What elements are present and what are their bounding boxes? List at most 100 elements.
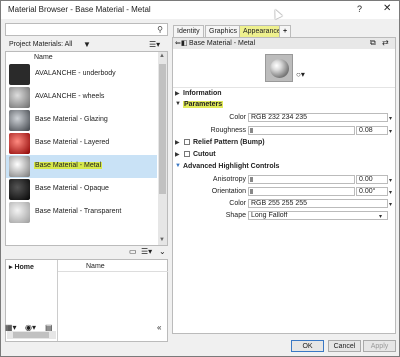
chevron-down-icon[interactable]: ▾ (379, 213, 382, 220)
replace-asset-icon[interactable]: ⇄ (382, 38, 389, 47)
project-materials-label[interactable]: Project Materials: All (9, 41, 72, 48)
asset-swap-icon[interactable]: ⇐◧ (175, 39, 187, 47)
anisotropy-field[interactable]: 0.00 (356, 175, 388, 184)
ok-button[interactable]: OK (291, 340, 324, 352)
collapse-down-icon: ▼ (175, 163, 181, 169)
relief-checkbox[interactable] (184, 139, 190, 145)
dropdown-icon[interactable]: ▾ (389, 201, 392, 208)
search-input[interactable]: ⚲ (5, 23, 168, 36)
dropdown-icon[interactable]: ▾ (389, 177, 392, 184)
create-material-icon[interactable]: ◉▾ (25, 323, 36, 332)
slider-thumb[interactable] (250, 189, 253, 194)
anisotropy-slider[interactable] (248, 175, 355, 184)
section-label: Parameters (183, 101, 224, 108)
list-item-selected[interactable]: Base Material - Metal (6, 155, 157, 178)
left-bottom-toolbar: ▦▾ ◉▾ ▤ « (3, 323, 166, 335)
list-item[interactable]: AVALANCHE - wheels (6, 86, 157, 109)
parameters-section[interactable]: ▼ Parameters (173, 100, 395, 111)
orientation-slider[interactable] (248, 187, 355, 196)
scroll-up-icon[interactable]: ▲ (159, 53, 165, 59)
slider-thumb[interactable] (250, 128, 253, 133)
shape-select[interactable]: Long Falloff (248, 211, 388, 220)
divider (173, 87, 395, 88)
material-name: Base Material - Transparent (35, 208, 122, 215)
material-name: AVALANCHE - underbody (35, 70, 116, 77)
duplicate-asset-icon[interactable]: ⧉ (370, 38, 376, 48)
shape-value: Long Falloff (251, 212, 288, 219)
list-item[interactable]: Base Material - Layered (6, 132, 157, 155)
list-scrollbar[interactable]: ▲ ▼ (158, 52, 167, 245)
tab-appearance[interactable]: Appearance (239, 25, 285, 37)
material-editor-panel: ⇐◧ Base Material - Metal ⧉ ⇄ ○▾ ▶ Inform… (172, 37, 396, 334)
cutout-section[interactable]: ▶ Cutout (173, 150, 395, 161)
list-item[interactable]: AVALANCHE - underbody (6, 63, 157, 86)
roughness-field[interactable]: 0.08 (356, 126, 388, 135)
collapse-down-icon: ▼ (175, 101, 181, 107)
preview-options-icon[interactable]: ○▾ (296, 70, 305, 79)
material-thumbnail (9, 133, 30, 154)
dropdown-icon[interactable]: ▾ (389, 189, 392, 196)
material-name: AVALANCHE - wheels (35, 93, 105, 100)
cutout-checkbox[interactable] (184, 151, 190, 157)
asset-header: ⇐◧ Base Material - Metal ⧉ ⇄ (173, 38, 395, 49)
collapse-icon[interactable]: « (157, 323, 161, 332)
dropdown-icon[interactable]: ▾ (389, 128, 392, 135)
shape-label: Shape (225, 212, 246, 219)
expand-down-icon[interactable]: ⌄ (159, 247, 166, 256)
material-browser-window: Material Browser - Base Material - Metal… (0, 0, 400, 357)
advanced-highlight-section[interactable]: ▼ Advanced Highlight Controls (173, 162, 395, 173)
filter-icon[interactable]: ▼ (83, 40, 91, 49)
panel-toggle-icon[interactable]: ▭ (129, 247, 137, 256)
section-label: Cutout (193, 151, 216, 158)
name-column-header[interactable]: Name (34, 54, 53, 61)
window-title: Material Browser - Base Material - Metal (8, 5, 151, 14)
list-view-icon[interactable]: ☰▾ (141, 247, 152, 256)
material-name: Base Material - Metal (34, 162, 103, 169)
expand-right-icon: ▶ (175, 91, 180, 97)
apply-button[interactable]: Apply (363, 340, 396, 352)
color-value-field[interactable]: RGB 232 234 235 (248, 113, 388, 122)
section-label: Information (183, 90, 222, 97)
list-item[interactable]: Base Material - Opaque (6, 178, 157, 201)
relief-pattern-section[interactable]: ▶ Relief Pattern (Bump) (173, 138, 395, 149)
view-options-icon[interactable]: ☰▾ (149, 40, 160, 49)
home-tree-item[interactable]: ▸ Home (9, 263, 34, 271)
editor-toggle-icon[interactable]: ▤ (45, 323, 53, 332)
scroll-down-icon[interactable]: ▼ (159, 237, 165, 243)
library-name-column[interactable]: Name (86, 263, 105, 270)
add-tab-button[interactable]: + (279, 25, 292, 37)
material-thumbnail (9, 179, 30, 200)
library-toolbar: ▭ ☰▾ ⌄ (5, 247, 168, 258)
search-icon[interactable]: ⚲ (157, 25, 163, 34)
material-list: Name AVALANCHE - underbody AVALANCHE - w… (5, 51, 168, 246)
material-thumbnail (9, 110, 30, 131)
material-name: Base Material - Opaque (35, 185, 109, 192)
material-preview[interactable] (265, 54, 293, 82)
roughness-slider[interactable] (248, 126, 355, 135)
parameters-highlight: Parameters (183, 101, 224, 108)
asset-title: Base Material - Metal (189, 40, 256, 47)
tab-graphics[interactable]: Graphics (205, 25, 242, 37)
material-thumbnail (9, 64, 30, 85)
orientation-field[interactable]: 0.00° (356, 187, 388, 196)
highlight-color-value: RGB 255 255 255 (251, 200, 308, 207)
list-item[interactable]: Base Material - Transparent (6, 201, 157, 224)
orientation-label: Orientation (211, 188, 246, 195)
scrollbar-thumb[interactable] (159, 64, 166, 194)
highlight-color-field[interactable]: RGB 255 255 255 (248, 199, 388, 208)
color-value: RGB 232 234 235 (251, 114, 308, 121)
section-label: Relief Pattern (Bump) (193, 139, 265, 146)
information-section[interactable]: ▶ Information (173, 89, 395, 100)
list-item[interactable]: Base Material - Glazing (6, 109, 157, 132)
anisotropy-value: 0.00 (359, 176, 373, 183)
slider-thumb[interactable] (250, 177, 253, 182)
preview-sphere (270, 59, 289, 78)
tab-identity[interactable]: Identity (173, 25, 204, 37)
close-button[interactable]: ✕ (383, 3, 391, 14)
cancel-button[interactable]: Cancel (328, 340, 361, 352)
column-header-divider (58, 271, 168, 272)
material-thumbnail (9, 156, 30, 177)
library-manage-icon[interactable]: ▦▾ (5, 323, 17, 332)
help-button[interactable]: ? (357, 4, 362, 14)
dropdown-icon[interactable]: ▾ (389, 115, 392, 122)
